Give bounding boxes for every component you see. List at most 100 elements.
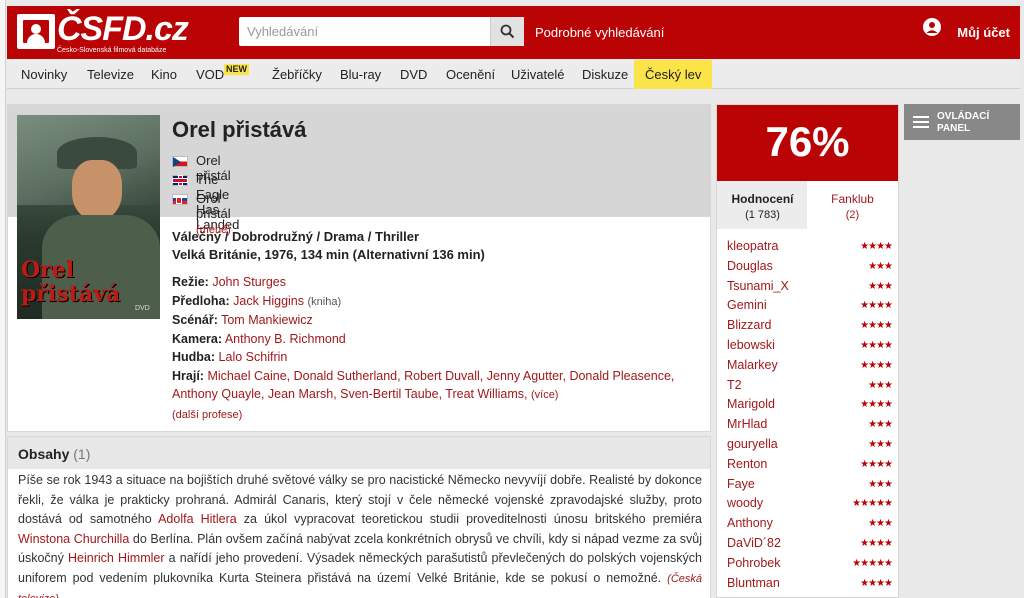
person-link-himmler[interactable]: Heinrich Himmler: [68, 551, 165, 565]
star-rating-icon: ★★★★: [860, 320, 893, 332]
director-link[interactable]: John Sturges: [212, 275, 286, 289]
user-name-link[interactable]: Tsunami_X: [727, 279, 789, 293]
csfd-logo[interactable]: ČSFD.cz Česko-Slovenská filmová databáze: [17, 10, 189, 56]
more-professions-link[interactable]: (další profese): [172, 409, 242, 421]
window-frame: [0, 0, 6, 598]
cast-links[interactable]: Anthony Quayle, Jean Marsh, Sven-Bertil …: [172, 387, 527, 401]
slovak-flag-icon: [172, 194, 188, 205]
screenplay-link[interactable]: Tom Mankiewicz: [221, 313, 313, 327]
nav-item-oceneni[interactable]: Ocenění: [446, 60, 495, 89]
user-rating-row: Anthony ★★★: [727, 516, 893, 536]
star-rating-icon: ★★★★: [860, 241, 893, 252]
star-rating-icon: ★★★★: [860, 359, 893, 371]
logo-icon: [17, 14, 55, 49]
film-origin: Velká Británie, 1976, 134 min (Alternati…: [172, 247, 485, 262]
star-rating-icon: ★★★: [868, 438, 893, 450]
tab-ratings[interactable]: Hodnocení (1 783): [717, 181, 808, 229]
more-professions-row: (další profese): [172, 405, 702, 425]
plot-header: Obsahy (1): [8, 437, 710, 469]
cast-more-link[interactable]: (více): [531, 389, 559, 401]
user-name-link[interactable]: Anthony: [727, 516, 773, 530]
user-rating-row: Faye ★★★: [727, 477, 893, 497]
star-rating-icon: ★★★★: [860, 339, 893, 351]
star-rating-icon: ★★★: [868, 419, 893, 431]
star-rating-icon: ★★★: [868, 518, 893, 530]
user-name-link[interactable]: lebowski: [727, 338, 775, 352]
star-rating-icon: ★★★★: [860, 577, 893, 589]
logo-subtitle: Česko-Slovenská filmová databáze: [57, 47, 167, 54]
search-input[interactable]: [239, 17, 490, 46]
nav-item-uzivatele[interactable]: Uživatelé: [511, 60, 564, 89]
star-rating-icon: ★★★: [868, 260, 893, 272]
rating-tabs: Hodnocení (1 783) Fanklub (2): [717, 181, 898, 229]
logo-text: ČSFD.cz: [57, 10, 189, 48]
user-name-link[interactable]: DaViD´82: [727, 536, 781, 550]
user-name-link[interactable]: Renton: [727, 457, 767, 471]
user-rating-row: Gemini ★★★★: [727, 298, 893, 318]
control-panel-button[interactable]: OVLÁDACÍ PANEL: [904, 104, 1020, 140]
user-name-link[interactable]: Faye: [727, 477, 755, 491]
film-info-box: Orel přistává DVD Orel přistává Orel při…: [7, 104, 711, 432]
nav-item-televize[interactable]: Televize: [87, 60, 134, 89]
person-link-hitler[interactable]: Adolfa Hitlera: [158, 512, 237, 526]
nav-item-diskuze[interactable]: Diskuze: [582, 60, 628, 89]
nav-item-dvd[interactable]: DVD: [400, 60, 427, 89]
user-name-link[interactable]: T2: [727, 378, 742, 392]
nav-item-vod[interactable]: VOD: [196, 60, 224, 89]
camera-link[interactable]: Anthony B. Richmond: [225, 332, 346, 346]
user-icon[interactable]: [923, 18, 941, 36]
account-link[interactable]: Můj účet: [957, 25, 1010, 40]
user-name-link[interactable]: Pohrobek: [727, 556, 781, 570]
search-button[interactable]: [490, 17, 524, 46]
poster-dvd-label: DVD: [135, 305, 150, 312]
music-link[interactable]: Lalo Schifrin: [219, 350, 288, 364]
plot-box: Obsahy (1) Píše se rok 1943 a situace na…: [7, 436, 711, 598]
creator-row-music: Hudba: Lalo Schifrin: [172, 350, 288, 364]
user-ratings-list: kleopatra ★★★★ Douglas ★★★ Tsunami_X ★★★ Gemin…: [727, 239, 893, 595]
user-name-link[interactable]: Douglas: [727, 259, 773, 273]
user-rating-row: Tsunami_X ★★★: [727, 279, 893, 299]
user-name-link[interactable]: Bluntman: [727, 576, 780, 590]
nav-item-kino[interactable]: Kino: [151, 60, 177, 89]
menu-icon: [913, 116, 929, 128]
user-name-link[interactable]: Malarkey: [727, 358, 778, 372]
nav-item-zebricky[interactable]: Žebříčky: [272, 60, 322, 89]
nav-item-cesky-lev[interactable]: Český lev: [634, 60, 713, 89]
advanced-search-link[interactable]: Podrobné vyhledávání: [535, 25, 664, 40]
plot-title: Obsahy (1): [18, 446, 91, 462]
user-rating-row: Blizzard ★★★★: [727, 318, 893, 338]
user-name-link[interactable]: Marigold: [727, 397, 775, 411]
user-rating-row: T2 ★★★: [727, 378, 893, 398]
user-rating-row: woody ★★★★★: [727, 496, 893, 516]
rating-box: 76% Hodnocení (1 783) Fanklub (2) kleopatr…: [716, 104, 899, 598]
search-bar: [239, 17, 524, 46]
rating-header: 76%: [717, 105, 898, 181]
user-rating-row: lebowski ★★★★: [727, 338, 893, 358]
uk-flag-icon: [172, 175, 188, 186]
user-name-link[interactable]: Blizzard: [727, 318, 771, 332]
person-link-churchill[interactable]: Winstona Churchilla: [18, 532, 129, 546]
star-rating-icon: ★★★★: [860, 537, 893, 549]
user-name-link[interactable]: Gemini: [727, 298, 767, 312]
user-name-link[interactable]: woody: [727, 496, 763, 510]
plot-text: Píše se rok 1943 a situace na bojištích …: [18, 471, 702, 598]
creator-row-screenplay: Scénář: Tom Mankiewicz: [172, 313, 313, 327]
nav-item-novinky[interactable]: Novinky: [21, 60, 67, 89]
user-rating-row: Douglas ★★★: [727, 259, 893, 279]
film-poster[interactable]: Orel přistává DVD: [17, 115, 160, 319]
star-rating-icon: ★★★★: [860, 300, 893, 312]
poster-title: Orel přistává: [21, 257, 121, 307]
user-name-link[interactable]: MrHlad: [727, 417, 767, 431]
star-rating-icon: ★★★★★: [852, 498, 893, 510]
creator-row-directing: Režie: John Sturges: [172, 275, 286, 289]
cast-links[interactable]: Michael Caine, Donald Sutherland, Robert…: [207, 369, 674, 383]
tab-fanclub[interactable]: Fanklub (2): [807, 181, 898, 229]
star-rating-icon: ★★★★★: [852, 557, 893, 569]
film-genres: Válečný / Dobrodružný / Drama / Thriller: [172, 229, 420, 244]
source-author-link[interactable]: Jack Higgins: [233, 294, 304, 308]
user-rating-row: MrHlad ★★★: [727, 417, 893, 437]
user-name-link[interactable]: gouryella: [727, 437, 778, 451]
nav-item-bluray[interactable]: Blu-ray: [340, 60, 381, 89]
user-name-link[interactable]: kleopatra: [727, 239, 778, 253]
film-title: Orel přistává: [172, 117, 307, 142]
